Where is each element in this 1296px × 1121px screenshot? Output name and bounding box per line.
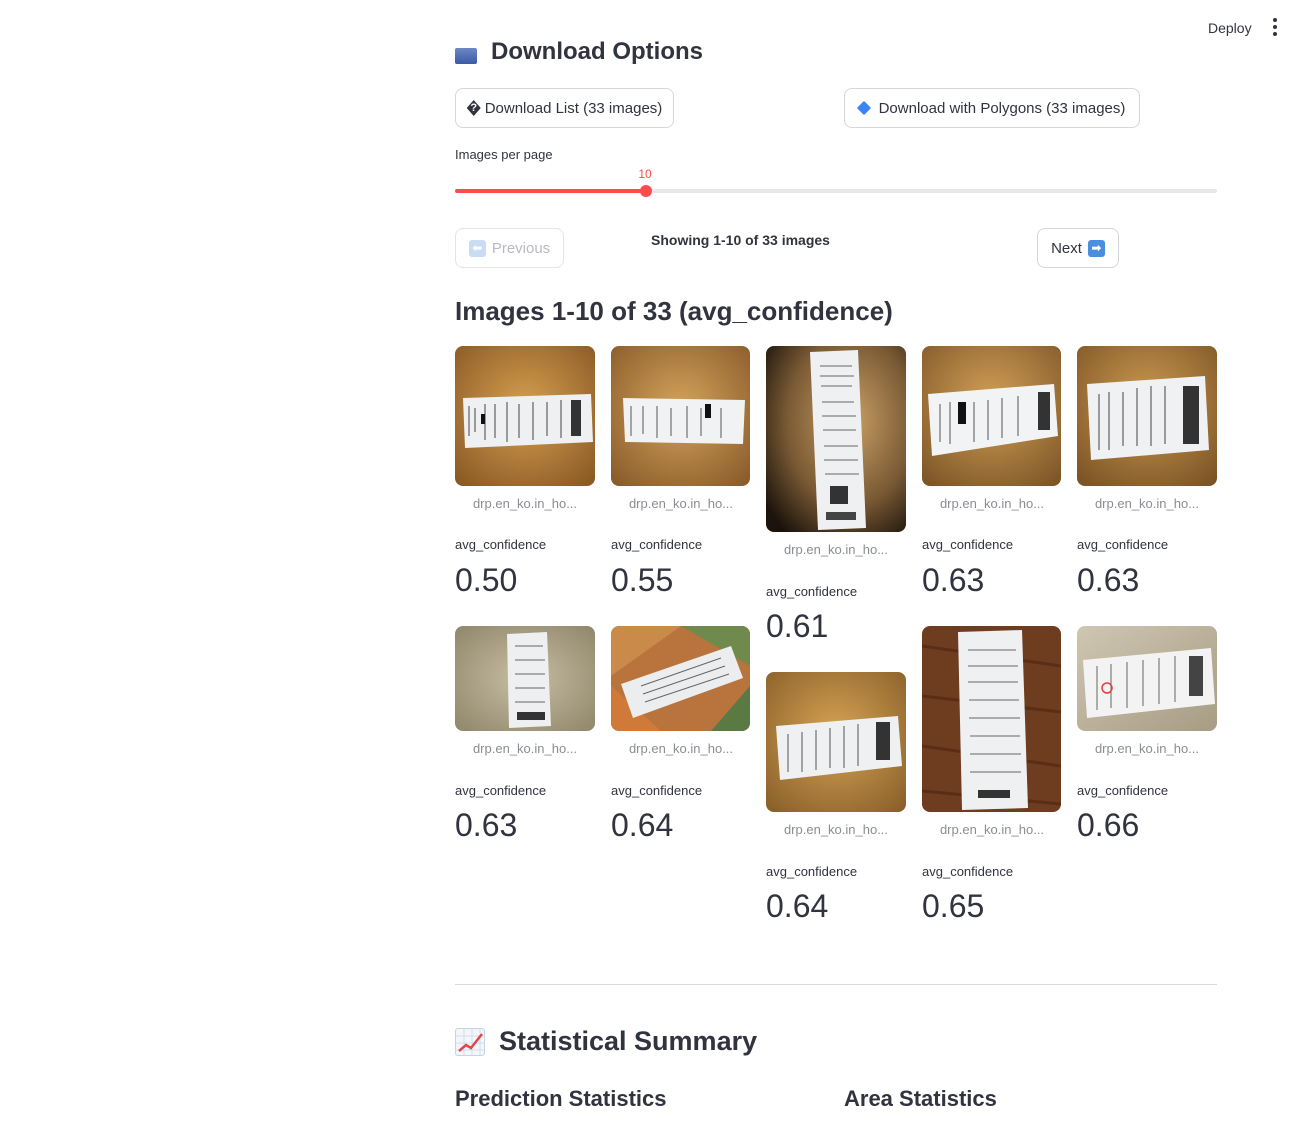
deploy-button[interactable]: Deploy (1200, 18, 1260, 38)
statistical-summary-text: Statistical Summary (499, 1026, 758, 1056)
image-caption: drp.en_ko.in_ho... (939, 822, 1045, 837)
area-statistics-heading: Area Statistics (844, 1086, 997, 1111)
receipt-thumbnail[interactable] (611, 626, 750, 731)
metric-value: 0.65 (922, 888, 985, 924)
next-button[interactable]: Next ➡ (1037, 228, 1119, 268)
section-divider (455, 984, 1217, 985)
receipt-thumbnail[interactable] (766, 672, 906, 812)
download-list-label: Download List (33 images) (484, 99, 663, 117)
right-arrow-icon: ➡ (1087, 239, 1105, 257)
metric-label: avg_confidence (1077, 783, 1169, 798)
receipt-thumbnail[interactable] (1077, 626, 1217, 731)
metric-label: avg_confidence (455, 537, 547, 552)
image-caption: drp.en_ko.in_ho... (628, 741, 734, 756)
image-caption: drp.en_ko.in_ho... (1094, 741, 1200, 756)
left-arrow-icon: ⬅ (468, 239, 486, 257)
slider-value: 10 (638, 167, 652, 181)
metric-value: 0.66 (1077, 807, 1140, 843)
metric-value: 0.55 (611, 562, 674, 598)
gallery-title: Images 1-10 of 33 (avg_confidence) (455, 296, 893, 326)
slider-fill (455, 189, 646, 193)
receipt-thumbnail[interactable] (922, 626, 1061, 812)
unknown-glyph-icon: ? (466, 100, 481, 116)
previous-label: Previous (491, 239, 551, 257)
metric-label: avg_confidence (611, 537, 703, 552)
metric-label: avg_confidence (766, 864, 858, 879)
image-caption: drp.en_ko.in_ho... (783, 822, 889, 837)
image-caption: drp.en_ko.in_ho... (628, 496, 734, 511)
receipt-thumbnail[interactable] (766, 346, 906, 532)
inbox-tray-icon (455, 48, 477, 64)
image-caption: drp.en_ko.in_ho... (1094, 496, 1200, 511)
slider-thumb[interactable] (639, 185, 652, 197)
statistical-summary-heading: Statistical Summary (455, 1026, 757, 1057)
download-polygons-label: Download with Polygons (33 images) (878, 99, 1126, 117)
chart-increasing-icon (455, 1027, 485, 1056)
metric-value: 0.61 (766, 608, 829, 644)
images-per-page-label: Images per page (455, 147, 553, 162)
metric-label: avg_confidence (611, 783, 703, 798)
metric-value: 0.63 (455, 807, 518, 843)
metric-label: avg_confidence (922, 537, 1014, 552)
metric-label: avg_confidence (455, 783, 547, 798)
metric-label: avg_confidence (1077, 537, 1169, 552)
metric-value: 0.64 (611, 807, 674, 843)
receipt-thumbnail[interactable] (455, 346, 595, 486)
metric-value: 0.64 (766, 888, 829, 924)
download-options-heading-text: Download Options (491, 40, 703, 65)
image-caption: drp.en_ko.in_ho... (472, 496, 578, 511)
pagination-status: Showing 1-10 of 33 images (651, 232, 830, 248)
metric-value: 0.63 (1077, 562, 1140, 598)
main-menu-icon[interactable] (1266, 17, 1284, 37)
metric-value: 0.63 (922, 562, 985, 598)
prediction-statistics-heading: Prediction Statistics (455, 1086, 667, 1111)
metric-label: avg_confidence (766, 584, 858, 599)
download-options-heading: Download Options (455, 40, 703, 70)
images-per-page-slider[interactable] (455, 185, 1217, 197)
next-label: Next (1051, 239, 1082, 257)
blue-diamond-icon (856, 100, 871, 116)
image-caption: drp.en_ko.in_ho... (783, 542, 889, 557)
download-list-button[interactable]: ? Download List (33 images) (455, 88, 674, 128)
receipt-thumbnail[interactable] (1077, 346, 1217, 486)
receipt-thumbnail[interactable] (922, 346, 1061, 486)
metric-value: 0.50 (455, 562, 518, 598)
image-caption: drp.en_ko.in_ho... (472, 741, 578, 756)
image-caption: drp.en_ko.in_ho... (939, 496, 1045, 511)
metric-label: avg_confidence (922, 864, 1014, 879)
receipt-thumbnail[interactable] (611, 346, 750, 486)
previous-button[interactable]: ⬅ Previous (455, 228, 564, 268)
download-polygons-button[interactable]: Download with Polygons (33 images) (844, 88, 1140, 128)
receipt-thumbnail[interactable] (455, 626, 595, 731)
